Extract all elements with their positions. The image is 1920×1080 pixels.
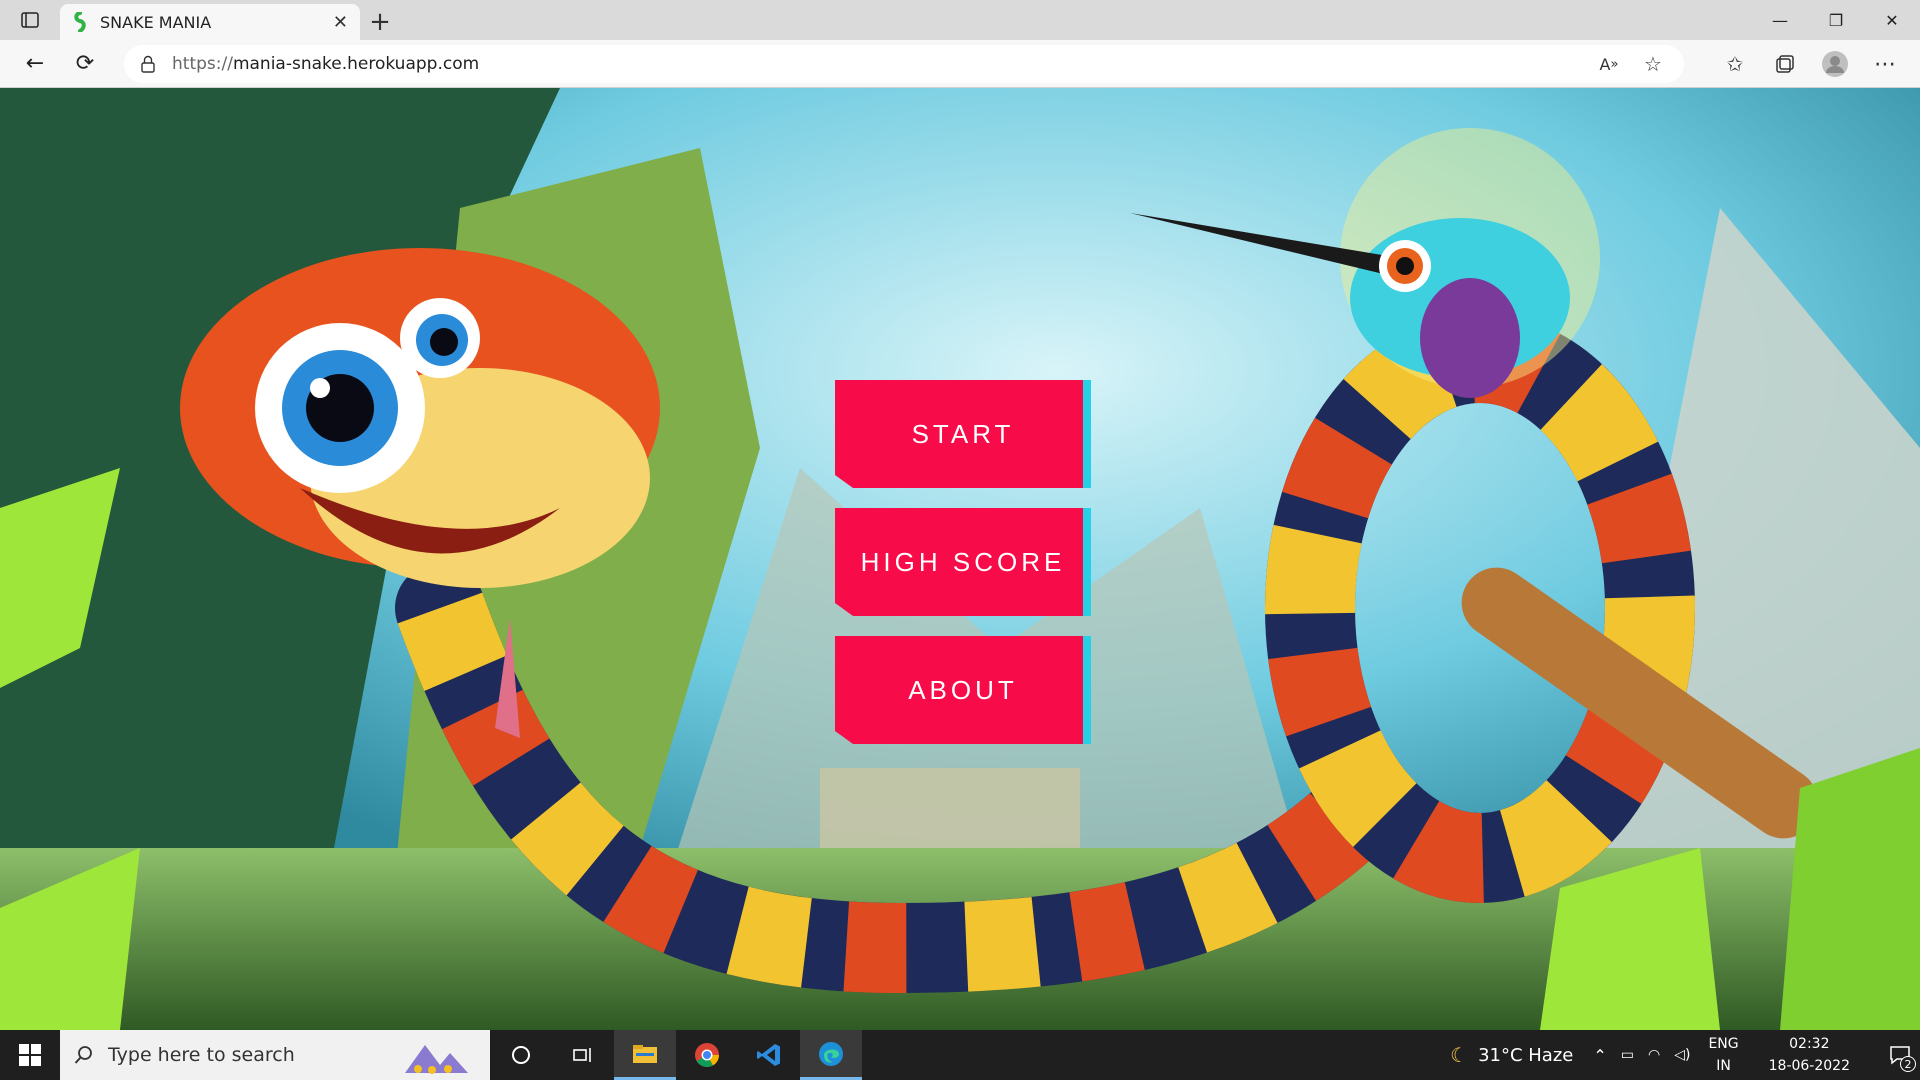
search-placeholder: Type here to search <box>108 1044 295 1066</box>
collections-icon[interactable] <box>1760 44 1810 84</box>
read-aloud-icon[interactable]: A» <box>1594 49 1624 79</box>
profile-avatar-icon[interactable] <box>1810 44 1860 84</box>
more-menu-icon[interactable]: ⋯ <box>1860 44 1910 84</box>
browser-tabbar: SNAKE MANIA ✕ + — ❐ ✕ <box>0 0 1920 40</box>
window-controls: — ❐ ✕ <box>1752 0 1920 40</box>
close-window-icon[interactable]: ✕ <box>1864 0 1920 40</box>
weather-text: 31°C Haze <box>1478 1044 1574 1066</box>
tab-close-icon[interactable]: ✕ <box>333 12 348 33</box>
snake-favicon-icon <box>74 12 86 32</box>
system-tray: ☾ 31°C Haze ⌃ ▭ ◠ ◁) ENG IN 02:32 18-06-… <box>1450 1030 1920 1080</box>
edge-icon[interactable] <box>800 1030 862 1080</box>
windows-start-icon[interactable] <box>0 1030 60 1080</box>
new-tab-icon[interactable]: + <box>360 4 400 40</box>
lock-icon <box>141 55 155 73</box>
about-button[interactable]: ABOUT <box>835 636 1091 744</box>
start-button[interactable]: START <box>835 380 1091 488</box>
search-icon <box>74 1046 92 1064</box>
chrome-icon[interactable] <box>676 1030 738 1080</box>
windows-taskbar: Type here to search ☾ 31°C Haze ⌃ ▭ ◠ ◁)… <box>0 1030 1920 1080</box>
clock[interactable]: 02:32 18-06-2022 <box>1769 1033 1850 1077</box>
vscode-icon[interactable] <box>738 1030 800 1080</box>
battery-icon[interactable]: ▭ <box>1621 1047 1634 1063</box>
show-hidden-icons-icon[interactable]: ⌃ <box>1593 1046 1606 1065</box>
notification-center-icon[interactable]: 2 <box>1880 1030 1920 1080</box>
clock-time: 02:32 <box>1789 1036 1830 1052</box>
volume-icon[interactable]: ◁) <box>1674 1047 1690 1063</box>
browser-navbar: ← ⟳ https://mania-snake.herokuapp.com A»… <box>0 40 1920 88</box>
browser-tab[interactable]: SNAKE MANIA ✕ <box>60 4 360 40</box>
file-explorer-icon[interactable] <box>614 1030 676 1080</box>
cortana-icon[interactable] <box>490 1030 552 1080</box>
task-view-icon[interactable] <box>552 1030 614 1080</box>
moon-weather-icon: ☾ <box>1450 1043 1469 1067</box>
tab-title: SNAKE MANIA <box>100 12 212 32</box>
address-bar[interactable]: https://mania-snake.herokuapp.com A» ☆ <box>124 45 1684 83</box>
minimize-icon[interactable]: — <box>1752 0 1808 40</box>
system-icons: ⌃ ▭ ◠ ◁) <box>1593 1046 1690 1065</box>
tab-actions-icon[interactable] <box>0 0 60 40</box>
notification-count-badge: 2 <box>1900 1056 1916 1072</box>
add-favorite-icon[interactable]: ☆ <box>1638 49 1668 79</box>
clock-date: 18-06-2022 <box>1768 1058 1850 1074</box>
search-highlight-art-icon <box>405 1045 468 1074</box>
language-indicator[interactable]: ENG IN <box>1708 1033 1738 1077</box>
back-icon[interactable]: ← <box>10 44 60 84</box>
main-menu: START HIGH SCORE ABOUT <box>835 380 1091 764</box>
favorites-icon[interactable]: ✩ <box>1710 44 1760 84</box>
url-text[interactable]: https://mania-snake.herokuapp.com <box>172 54 1580 74</box>
refresh-icon[interactable]: ⟳ <box>60 44 110 84</box>
game-viewport: START HIGH SCORE ABOUT <box>0 88 1920 1030</box>
high-score-button[interactable]: HIGH SCORE <box>835 508 1091 616</box>
taskbar-search-box[interactable]: Type here to search <box>60 1030 490 1080</box>
restore-icon[interactable]: ❐ <box>1808 0 1864 40</box>
wifi-icon[interactable]: ◠ <box>1648 1047 1660 1063</box>
weather-widget[interactable]: ☾ 31°C Haze <box>1450 1043 1573 1067</box>
